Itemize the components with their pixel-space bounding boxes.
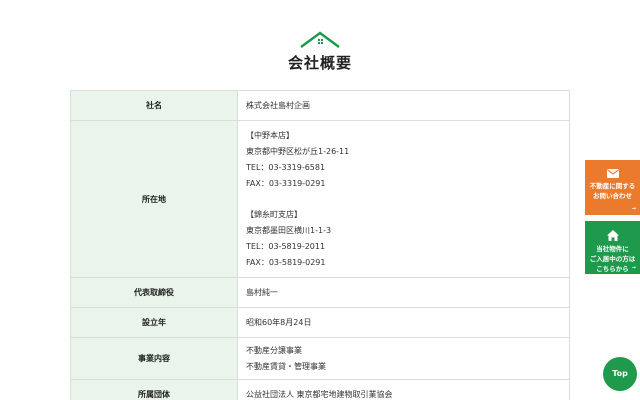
address-line: 東京都中野区松が丘1-26-11 <box>246 146 350 156</box>
address-line: 【錦糸町支店】 <box>246 209 302 219</box>
home-icon <box>606 230 619 241</box>
address-line: 東京都墨田区横川1-1-3 <box>246 225 332 235</box>
tenant-button[interactable]: 当社物件に ご入居中の方は こちらから → <box>585 221 640 274</box>
representative-text: 島村純一 <box>246 287 278 297</box>
row-value-affiliation: 公益社団法人 東京都宅地建物取引業協会 <box>237 379 570 400</box>
row-value-representative: 島村純一 <box>237 277 570 308</box>
row-label-address: 所在地 <box>70 120 238 278</box>
row-label-established: 設立年 <box>70 307 238 338</box>
address-line: 【中野本店】 <box>246 130 294 140</box>
table-row-established: 設立年 昭和60年8月24日 <box>70 307 570 338</box>
arrow-icon: → <box>631 206 636 212</box>
company-profile-page: 会社概要 社名 株式会社島村企画 所在地 【中野本店】 東京都中野区松が丘1-2… <box>0 0 640 400</box>
row-label-affiliation: 所属団体 <box>70 379 238 400</box>
back-to-top-button[interactable]: Top <box>603 357 637 391</box>
table-row-representative: 代表取締役 島村純一 <box>70 277 570 308</box>
address-line: FAX：03-5819-0291 <box>246 257 326 267</box>
row-value-business: 不動産分譲事業 不動産賃貸・管理事業 <box>237 337 570 380</box>
contact-button[interactable]: 不動産に関する お問い合わせ → <box>585 160 640 215</box>
row-label-business: 事業内容 <box>70 337 238 380</box>
company-info-table: 社名 株式会社島村企画 所在地 【中野本店】 東京都中野区松が丘1-26-11 … <box>70 90 570 400</box>
business-line: 不動産分譲事業 <box>246 345 302 355</box>
table-row-address: 所在地 【中野本店】 東京都中野区松が丘1-26-11 TEL：03-3319-… <box>70 120 570 278</box>
row-label-company-name: 社名 <box>70 90 238 121</box>
affiliation-text: 公益社団法人 東京都宅地建物取引業協会 <box>246 389 393 399</box>
row-value-company-name: 株式会社島村企画 <box>237 90 570 121</box>
row-value-address: 【中野本店】 東京都中野区松が丘1-26-11 TEL：03-3319-6581… <box>237 120 570 278</box>
business-line: 不動産賃貸・管理事業 <box>246 361 326 371</box>
page-title: 会社概要 <box>287 54 352 72</box>
arrow-icon: → <box>631 265 636 271</box>
address-line: TEL：03-5819-2011 <box>246 241 326 251</box>
address-line: FAX：03-3319-0291 <box>246 178 326 188</box>
table-row-company-name: 社名 株式会社島村企画 <box>70 90 570 121</box>
contact-button-label: 不動産に関する お問い合わせ <box>589 182 636 200</box>
mail-icon <box>606 169 619 178</box>
established-text: 昭和60年8月24日 <box>246 317 312 327</box>
company-name-text: 株式会社島村企画 <box>246 100 310 110</box>
row-label-representative: 代表取締役 <box>70 277 238 308</box>
table-row-business: 事業内容 不動産分譲事業 不動産賃貸・管理事業 <box>70 337 570 380</box>
row-value-established: 昭和60年8月24日 <box>237 307 570 338</box>
address-line: TEL：03-3319-6581 <box>246 162 326 172</box>
address-spacer <box>246 192 569 207</box>
house-icon <box>300 31 340 48</box>
table-row-affiliation: 所属団体 公益社団法人 東京都宅地建物取引業協会 <box>70 379 570 400</box>
